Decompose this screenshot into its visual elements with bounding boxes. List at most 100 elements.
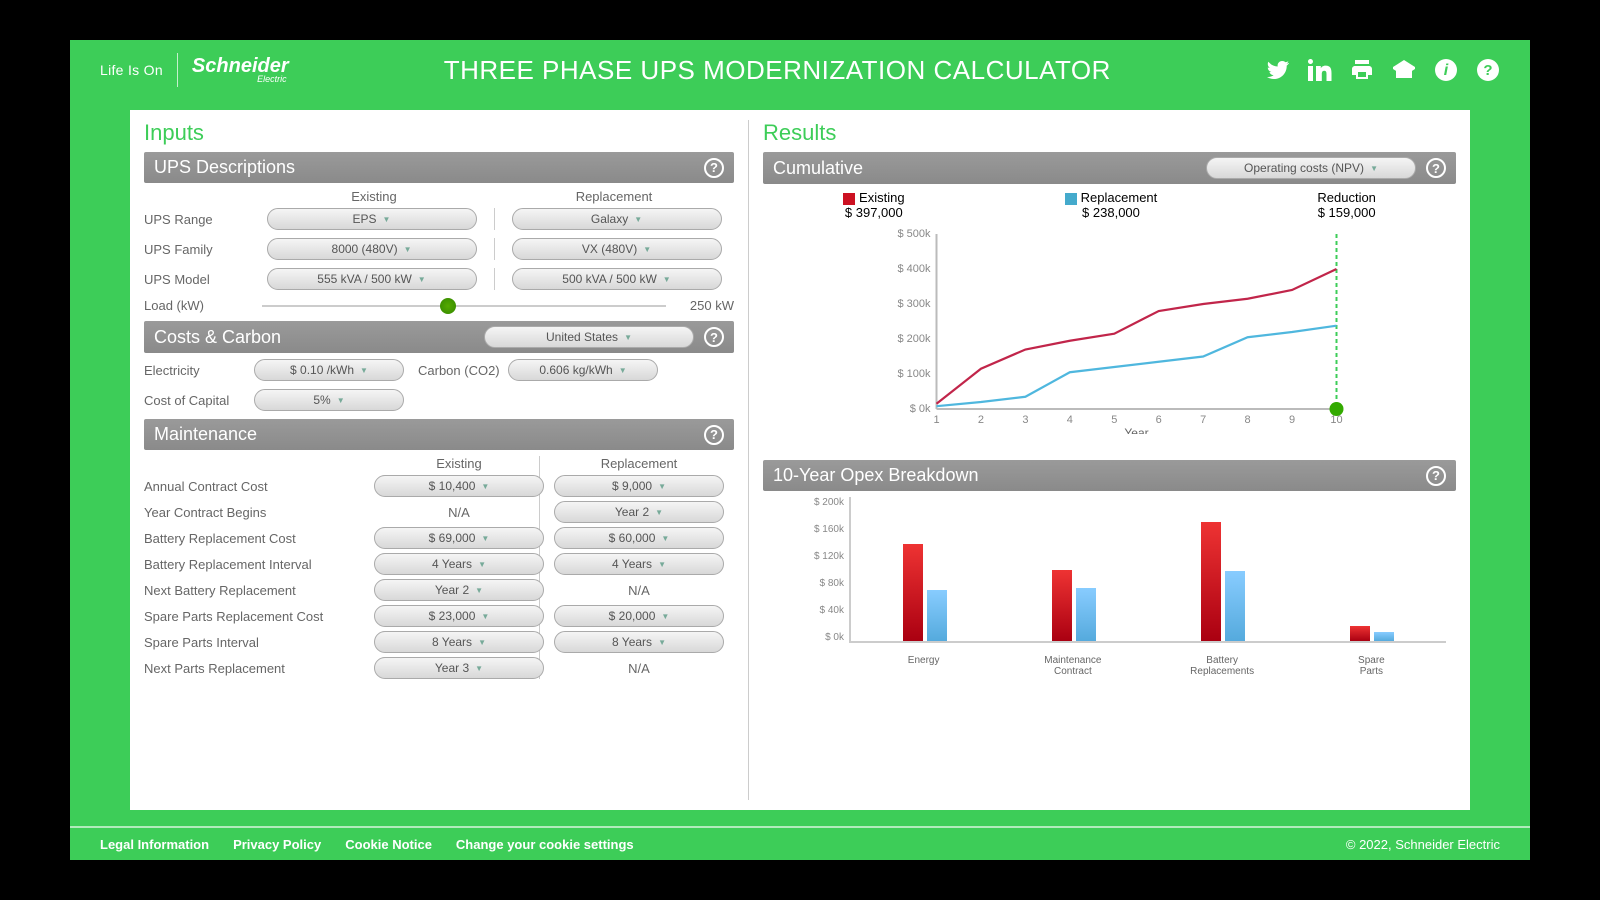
results-title: Results xyxy=(763,120,1456,146)
ups-column-heads: Existing Replacement xyxy=(144,189,734,204)
svg-text:$ 0k: $ 0k xyxy=(910,403,931,415)
annual-cost-label: Annual Contract Cost xyxy=(144,479,364,494)
annual-replacement-dd[interactable]: $ 9,000▼ xyxy=(554,475,724,497)
help-icon[interactable]: ? xyxy=(1426,466,1446,486)
svg-text:4: 4 xyxy=(1067,414,1073,426)
svg-text:2: 2 xyxy=(978,414,984,426)
linkedin-icon[interactable] xyxy=(1308,58,1332,82)
nextparts-existing-dd[interactable]: Year 3▼ xyxy=(374,657,544,679)
sparecost-label: Spare Parts Replacement Cost xyxy=(144,609,364,624)
carbon-label: Carbon (CO2) xyxy=(418,363,508,378)
svg-text:i: i xyxy=(1444,62,1449,79)
annual-existing-dd[interactable]: $ 10,400▼ xyxy=(374,475,544,497)
maintenance-grid: ExistingReplacement Annual Contract Cost… xyxy=(144,456,734,679)
batint-replacement-dd[interactable]: 4 Years▼ xyxy=(554,553,724,575)
ups-family-label: UPS Family xyxy=(144,242,254,257)
brand-logo: Schneider Electric xyxy=(192,57,289,83)
ups-range-label: UPS Range xyxy=(144,212,254,227)
cookie-link[interactable]: Cookie Notice xyxy=(345,837,432,852)
twitter-icon[interactable] xyxy=(1266,58,1290,82)
tagline: Life Is On xyxy=(100,62,163,78)
ups-range-existing-dd[interactable]: EPS▼ xyxy=(267,208,477,230)
svg-text:3: 3 xyxy=(1022,414,1028,426)
opex-chart: $ 200k$ 160k$ 120k$ 80k$ 40k$ 0k EnergyM… xyxy=(789,497,1456,677)
summary-values: Existing$ 397,000 Replacement$ 238,000 R… xyxy=(763,190,1456,220)
svg-text:5: 5 xyxy=(1111,414,1117,426)
svg-text:Year: Year xyxy=(1124,426,1148,434)
ups-family-replacement-dd[interactable]: VX (480V)▼ xyxy=(512,238,722,260)
help-icon[interactable]: ? xyxy=(704,425,724,445)
costs-section-bar: Costs & Carbon United States▼ ? xyxy=(144,321,734,353)
carbon-dd[interactable]: 0.606 kg/kWh▼ xyxy=(508,359,658,381)
ups-section-bar: UPS Descriptions ? xyxy=(144,152,734,183)
sparecost-replacement-dd[interactable]: $ 20,000▼ xyxy=(554,605,724,627)
electricity-label: Electricity xyxy=(144,363,254,378)
copyright: © 2022, Schneider Electric xyxy=(1346,837,1500,852)
svg-text:9: 9 xyxy=(1289,414,1295,426)
slider-knob[interactable] xyxy=(440,298,456,314)
svg-text:$ 200k: $ 200k xyxy=(897,333,931,345)
svg-text:8: 8 xyxy=(1245,414,1251,426)
app-header: Life Is On Schneider Electric THREE PHAS… xyxy=(70,40,1530,100)
ups-range-replacement-dd[interactable]: Galaxy▼ xyxy=(512,208,722,230)
begins-replacement-dd[interactable]: Year 2▼ xyxy=(554,501,724,523)
electricity-dd[interactable]: $ 0.10 /kWh▼ xyxy=(254,359,404,381)
print-icon[interactable] xyxy=(1350,58,1374,82)
batint-label: Battery Replacement Interval xyxy=(144,557,364,572)
help-icon[interactable]: ? xyxy=(704,158,724,178)
svg-text:$ 400k: $ 400k xyxy=(897,263,931,275)
load-slider[interactable] xyxy=(262,305,666,307)
info-icon[interactable]: i xyxy=(1434,58,1458,82)
nextbat-existing-dd[interactable]: Year 2▼ xyxy=(374,579,544,601)
ups-family-existing-dd[interactable]: 8000 (480V)▼ xyxy=(267,238,477,260)
email-icon[interactable] xyxy=(1392,58,1416,82)
cumulative-chart: $ 0k $ 100k $ 200k $ 300k $ 400k $ 500k 1 2 3 4 5 6… xyxy=(789,224,1456,434)
help-icon[interactable]: ? xyxy=(704,327,724,347)
svg-text:1: 1 xyxy=(933,414,939,426)
legend-swatch-blue xyxy=(1065,193,1077,205)
ups-model-replacement-dd[interactable]: 500 kVA / 500 kW▼ xyxy=(512,268,722,290)
batcost-replacement-dd[interactable]: $ 60,000▼ xyxy=(554,527,724,549)
svg-text:$ 100k: $ 100k xyxy=(897,368,931,380)
begins-label: Year Contract Begins xyxy=(144,505,364,520)
sparecost-existing-dd[interactable]: $ 23,000▼ xyxy=(374,605,544,627)
svg-text:10: 10 xyxy=(1330,414,1342,426)
page-title: THREE PHASE UPS MODERNIZATION CALCULATOR xyxy=(289,55,1266,86)
privacy-link[interactable]: Privacy Policy xyxy=(233,837,321,852)
batint-existing-dd[interactable]: 4 Years▼ xyxy=(374,553,544,575)
opex-bar: 10-Year Opex Breakdown ? xyxy=(763,460,1456,491)
inputs-column: Inputs UPS Descriptions ? Existing Repla… xyxy=(144,120,734,800)
spareint-replacement-dd[interactable]: 8 Years▼ xyxy=(554,631,724,653)
nextparts-label: Next Parts Replacement xyxy=(144,661,364,676)
svg-text:6: 6 xyxy=(1156,414,1162,426)
cookie-settings-link[interactable]: Change your cookie settings xyxy=(456,837,634,852)
logo-area: Life Is On Schneider Electric xyxy=(100,53,289,87)
spareint-label: Spare Parts Interval xyxy=(144,635,364,650)
spareint-existing-dd[interactable]: 8 Years▼ xyxy=(374,631,544,653)
inputs-title: Inputs xyxy=(144,120,734,146)
svg-text:$ 500k: $ 500k xyxy=(897,228,931,240)
ups-model-existing-dd[interactable]: 555 kVA / 500 kW▼ xyxy=(267,268,477,290)
legal-link[interactable]: Legal Information xyxy=(100,837,209,852)
coc-dd[interactable]: 5%▼ xyxy=(254,389,404,411)
maint-section-bar: Maintenance ? xyxy=(144,419,734,450)
batcost-existing-dd[interactable]: $ 69,000▼ xyxy=(374,527,544,549)
help-icon[interactable]: ? xyxy=(1426,158,1446,178)
footer: Legal Information Privacy Policy Cookie … xyxy=(70,826,1530,860)
cumulative-metric-dd[interactable]: Operating costs (NPV)▼ xyxy=(1206,157,1416,179)
load-value: 250 kW xyxy=(674,298,734,313)
help-icon[interactable]: ? xyxy=(1476,58,1500,82)
main-panel: Inputs UPS Descriptions ? Existing Repla… xyxy=(130,110,1470,810)
results-column: Results Cumulative Operating costs (NPV)… xyxy=(748,120,1456,800)
header-icons: i ? xyxy=(1266,58,1500,82)
load-label: Load (kW) xyxy=(144,298,254,313)
svg-text:?: ? xyxy=(1483,62,1492,79)
ups-model-label: UPS Model xyxy=(144,272,254,287)
app-frame: Life Is On Schneider Electric THREE PHAS… xyxy=(70,40,1530,860)
logo-divider xyxy=(177,53,178,87)
legend-swatch-red xyxy=(843,193,855,205)
country-dd[interactable]: United States▼ xyxy=(484,326,694,348)
coc-label: Cost of Capital xyxy=(144,393,254,408)
svg-text:$ 300k: $ 300k xyxy=(897,298,931,310)
svg-text:7: 7 xyxy=(1200,414,1206,426)
